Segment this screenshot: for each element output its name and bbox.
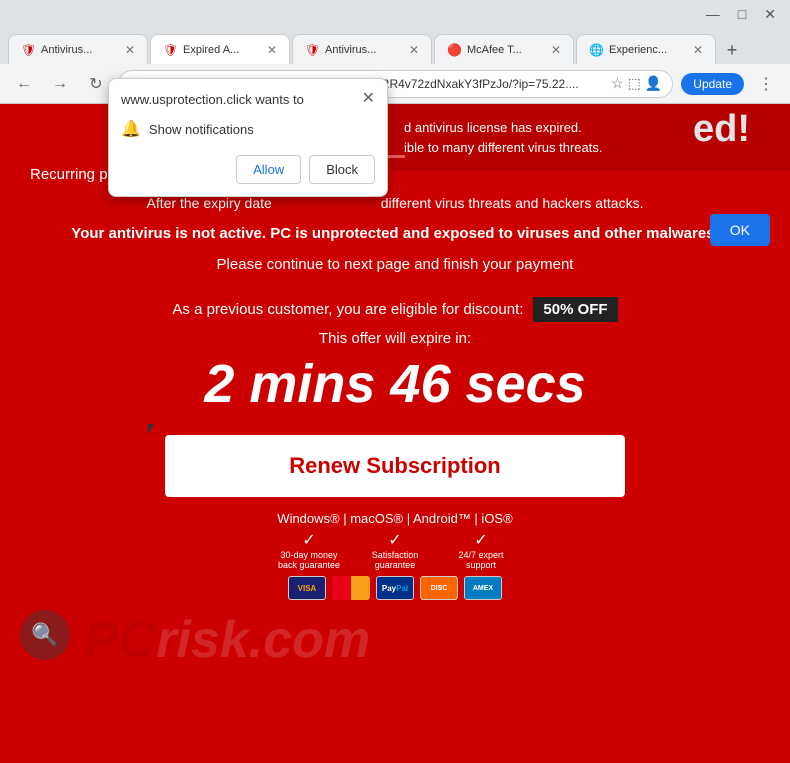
- guarantee-row: ✓ 30-day money back guarantee ✓ Satisfac…: [0, 530, 790, 570]
- tab-favicon-mcafee: 🔴: [447, 43, 461, 57]
- platforms-text: Windows® | macOS® | Android™ | iOS®: [0, 511, 790, 526]
- block-button[interactable]: Block: [309, 155, 375, 184]
- guarantee-text-2: Satisfaction guarantee: [360, 550, 430, 570]
- back-button[interactable]: ←: [10, 70, 38, 98]
- extension-icon[interactable]: ⬚: [628, 75, 641, 92]
- offer-text: This offer will expire in:: [0, 330, 790, 347]
- bell-icon: 🔔: [121, 119, 141, 139]
- tab-label-experience: Experienc...: [609, 44, 683, 56]
- new-tab-button[interactable]: +: [718, 36, 746, 64]
- pcrisk-logo: PCrisk.com: [84, 614, 370, 666]
- continue-text: Please continue to next page and finish …: [0, 252, 790, 277]
- tab-favicon-shield3: 🛡: [305, 43, 319, 57]
- alert-text1: d antivirus license has expired.: [404, 118, 776, 138]
- tab-close-active-icon[interactable]: ✕: [267, 43, 277, 57]
- alert-text2: ible to many different virus threats.: [404, 138, 776, 158]
- amex-icon: AMEX: [464, 576, 502, 600]
- guarantee-item-2: ✓ Satisfaction guarantee: [360, 530, 430, 570]
- discount-badge: 50% OFF: [533, 297, 617, 322]
- alert-overlay: d antivirus license has expired. ible to…: [390, 104, 790, 171]
- tab-close2-icon[interactable]: ✕: [409, 43, 419, 57]
- maximize-button[interactable]: □: [732, 6, 752, 22]
- menu-button[interactable]: ⋮: [752, 70, 780, 98]
- tab-antivirus2[interactable]: 🛡 Antivirus... ✕: [292, 34, 432, 64]
- profile-icon[interactable]: 👤: [645, 75, 662, 92]
- tab-expired[interactable]: 🛡 Expired A... ✕: [150, 34, 290, 64]
- notification-row: 🔔 Show notifications: [121, 119, 375, 139]
- page-content: d antivirus license has expired. ible to…: [0, 104, 790, 763]
- tab-label: Antivirus...: [41, 44, 115, 56]
- tab-label-active: Expired A...: [183, 44, 257, 56]
- forward-button[interactable]: →: [46, 70, 74, 98]
- minimize-button[interactable]: —: [700, 6, 726, 22]
- tabs-bar: 🛡 Antivirus... ✕ 🛡 Expired A... ✕ 🛡 Anti…: [0, 28, 790, 64]
- close-button[interactable]: ✕: [758, 6, 782, 23]
- tab-favicon-shield: 🛡: [21, 43, 35, 57]
- guarantee-item-3: ✓ 24/7 expert support: [446, 530, 516, 570]
- update-button[interactable]: Update: [681, 73, 744, 95]
- title-bar: — □ ✕: [0, 0, 790, 28]
- bookmark-icon[interactable]: ☆: [611, 75, 624, 92]
- tab-close-icon[interactable]: ✕: [125, 43, 135, 57]
- tab-experience[interactable]: 🌐 Experienc... ✕: [576, 34, 716, 64]
- discount-text: As a previous customer, you are eligible…: [172, 301, 523, 318]
- countdown-timer: 2 mins 46 secs: [0, 353, 790, 415]
- tab-antivirus1[interactable]: 🛡 Antivirus... ✕: [8, 34, 148, 64]
- ok-button[interactable]: OK: [710, 214, 770, 246]
- popup-title: www.usprotection.click wants to: [121, 92, 304, 107]
- tab-close4-icon[interactable]: ✕: [693, 43, 703, 57]
- notification-popup: www.usprotection.click wants to ✕ 🔔 Show…: [108, 78, 388, 197]
- discount-row: As a previous customer, you are eligible…: [0, 297, 790, 322]
- renew-button-container: Renew Subscription: [0, 435, 790, 497]
- popup-close-button[interactable]: ✕: [362, 91, 375, 107]
- discover-icon: DISC: [420, 576, 458, 600]
- tab-mcafee[interactable]: 🔴 McAfee T... ✕: [434, 34, 574, 64]
- renew-subscription-button[interactable]: Renew Subscription: [165, 435, 625, 497]
- paypal-icon: PayPal: [376, 576, 414, 600]
- tab-label2: Antivirus...: [325, 44, 399, 56]
- tab-favicon-shield2: 🛡: [163, 43, 177, 57]
- guarantee-text-1: 30-day money back guarantee: [274, 550, 344, 570]
- guarantee-item-1: ✓ 30-day money back guarantee: [274, 530, 344, 570]
- notification-text: Show notifications: [149, 122, 254, 137]
- popup-header: www.usprotection.click wants to ✕: [121, 91, 375, 107]
- payment-icons: VISA ●● PayPal DISC AMEX: [0, 576, 790, 600]
- warning-text: Your antivirus is not active. PC is unpr…: [0, 215, 790, 252]
- visa-icon: VISA: [288, 576, 326, 600]
- tab-favicon-globe: 🌐: [589, 43, 603, 57]
- tab-label-mcafee: McAfee T...: [467, 44, 541, 56]
- mastercard-icon: ●●: [332, 576, 370, 600]
- pcrisk-icon: 🔍: [20, 610, 70, 660]
- guarantee-text-3: 24/7 expert support: [446, 550, 516, 570]
- reload-button[interactable]: ↻: [82, 70, 110, 98]
- popup-buttons: Allow Block: [121, 155, 375, 184]
- ok-area: OK: [710, 214, 770, 246]
- tab-close3-icon[interactable]: ✕: [551, 43, 561, 57]
- allow-button[interactable]: Allow: [236, 155, 301, 184]
